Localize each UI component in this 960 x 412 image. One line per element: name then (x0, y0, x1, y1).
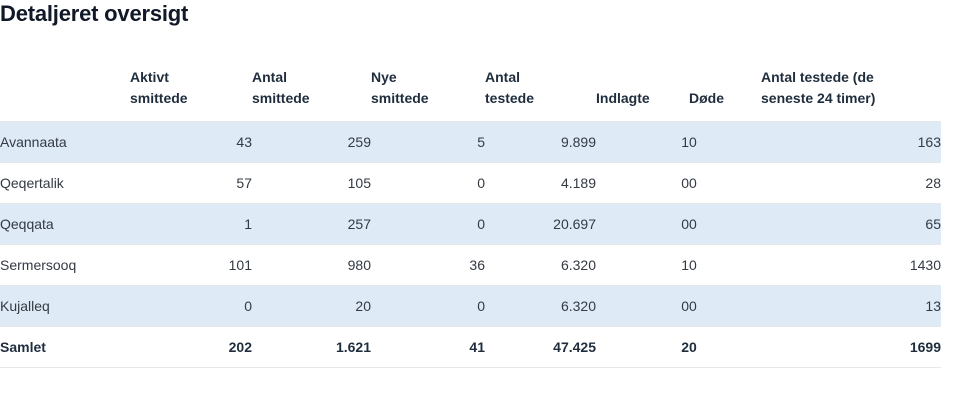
header-antal-smittede: Antal smittede (252, 64, 371, 122)
header-nye-smittede-line-1: Nye (371, 69, 397, 85)
cell-region: Avannaata (0, 121, 130, 163)
cell-dode: 0 (689, 244, 761, 286)
cell-nye-smittede-total: 41 (371, 326, 485, 368)
cell-indlagte: 1 (596, 244, 689, 286)
header-antal-testede: Antal testede (485, 64, 596, 122)
cell-aktivt-smittede: 0 (130, 285, 252, 327)
cell-antal-testede-24: 13 (761, 285, 941, 327)
cell-indlagte-total: 2 (596, 326, 689, 368)
cell-region-total: Samlet (0, 326, 130, 368)
cell-aktivt-smittede: 57 (130, 162, 252, 204)
cell-antal-testede-24: 1430 (761, 244, 941, 286)
table-row: Kujalleq 0 20 0 6.320 0 0 13 (0, 285, 941, 327)
cell-region: Kujalleq (0, 285, 130, 327)
cell-antal-smittede-total: 1.621 (252, 326, 371, 368)
table-row: Avannaata 43 259 5 9.899 1 0 163 (0, 121, 941, 163)
cell-antal-testede: 6.320 (485, 244, 596, 286)
table-header-row: Aktivt smittede Antal smittede Nye smitt… (0, 64, 941, 122)
header-dode: Døde (689, 64, 761, 122)
cell-antal-testede-24-total: 1699 (761, 326, 941, 368)
cell-nye-smittede: 0 (371, 203, 485, 245)
header-nye-smittede-line-2: smittede (371, 90, 429, 106)
cell-antal-testede-24: 163 (761, 121, 941, 163)
cell-dode: 0 (689, 285, 761, 327)
cell-antal-testede-total: 47.425 (485, 326, 596, 368)
cell-antal-testede: 4.189 (485, 162, 596, 204)
cell-antal-testede-24: 65 (761, 203, 941, 245)
header-aktivt-smittede-line-2: smittede (130, 90, 188, 106)
cell-nye-smittede: 36 (371, 244, 485, 286)
cell-nye-smittede: 5 (371, 121, 485, 163)
cell-dode: 0 (689, 162, 761, 204)
overview-table: Aktivt smittede Antal smittede Nye smitt… (0, 64, 941, 368)
header-nye-smittede: Nye smittede (371, 64, 485, 122)
cell-antal-smittede: 105 (252, 162, 371, 204)
header-indlagte: Indlagte (596, 64, 689, 122)
cell-aktivt-smittede: 43 (130, 121, 252, 163)
cell-dode-total: 0 (689, 326, 761, 368)
table-row: Qeqqata 1 257 0 20.697 0 0 65 (0, 203, 941, 245)
header-aktivt-smittede: Aktivt smittede (130, 64, 252, 122)
cell-antal-smittede: 20 (252, 285, 371, 327)
cell-nye-smittede: 0 (371, 285, 485, 327)
table-row: Sermersooq 101 980 36 6.320 1 0 1430 (0, 244, 941, 286)
header-antal-testede-24-line-1: Antal testede (de (761, 69, 874, 85)
table-row: Qeqertalik 57 105 0 4.189 0 0 28 (0, 162, 941, 204)
cell-antal-testede: 9.899 (485, 121, 596, 163)
cell-region: Qeqertalik (0, 162, 130, 204)
cell-indlagte: 1 (596, 121, 689, 163)
cell-region: Sermersooq (0, 244, 130, 286)
cell-antal-smittede: 257 (252, 203, 371, 245)
header-antal-testede-24: Antal testede (de seneste 24 timer) (761, 64, 941, 122)
cell-antal-testede-24: 28 (761, 162, 941, 204)
cell-aktivt-smittede-total: 202 (130, 326, 252, 368)
cell-nye-smittede: 0 (371, 162, 485, 204)
header-aktivt-smittede-line-1: Aktivt (130, 69, 169, 85)
cell-antal-smittede: 980 (252, 244, 371, 286)
header-antal-testede-line-1: Antal (485, 69, 520, 85)
page-title: Detaljeret oversigt (0, 1, 189, 26)
table-total-row: Samlet 202 1.621 41 47.425 2 0 1699 (0, 326, 941, 368)
cell-antal-testede: 20.697 (485, 203, 596, 245)
cell-antal-smittede: 259 (252, 121, 371, 163)
cell-dode: 0 (689, 121, 761, 163)
header-antal-testede-24-line-2: seneste 24 timer) (761, 90, 876, 106)
cell-indlagte: 0 (596, 162, 689, 204)
cell-aktivt-smittede: 1 (130, 203, 252, 245)
cell-aktivt-smittede: 101 (130, 244, 252, 286)
header-region (0, 64, 130, 122)
header-antal-smittede-line-2: smittede (252, 90, 310, 106)
cell-antal-testede: 6.320 (485, 285, 596, 327)
header-antal-testede-line-2: testede (485, 90, 535, 106)
cell-indlagte: 0 (596, 203, 689, 245)
cell-dode: 0 (689, 203, 761, 245)
header-antal-smittede-line-1: Antal (252, 69, 287, 85)
cell-region: Qeqqata (0, 203, 130, 245)
cell-indlagte: 0 (596, 285, 689, 327)
